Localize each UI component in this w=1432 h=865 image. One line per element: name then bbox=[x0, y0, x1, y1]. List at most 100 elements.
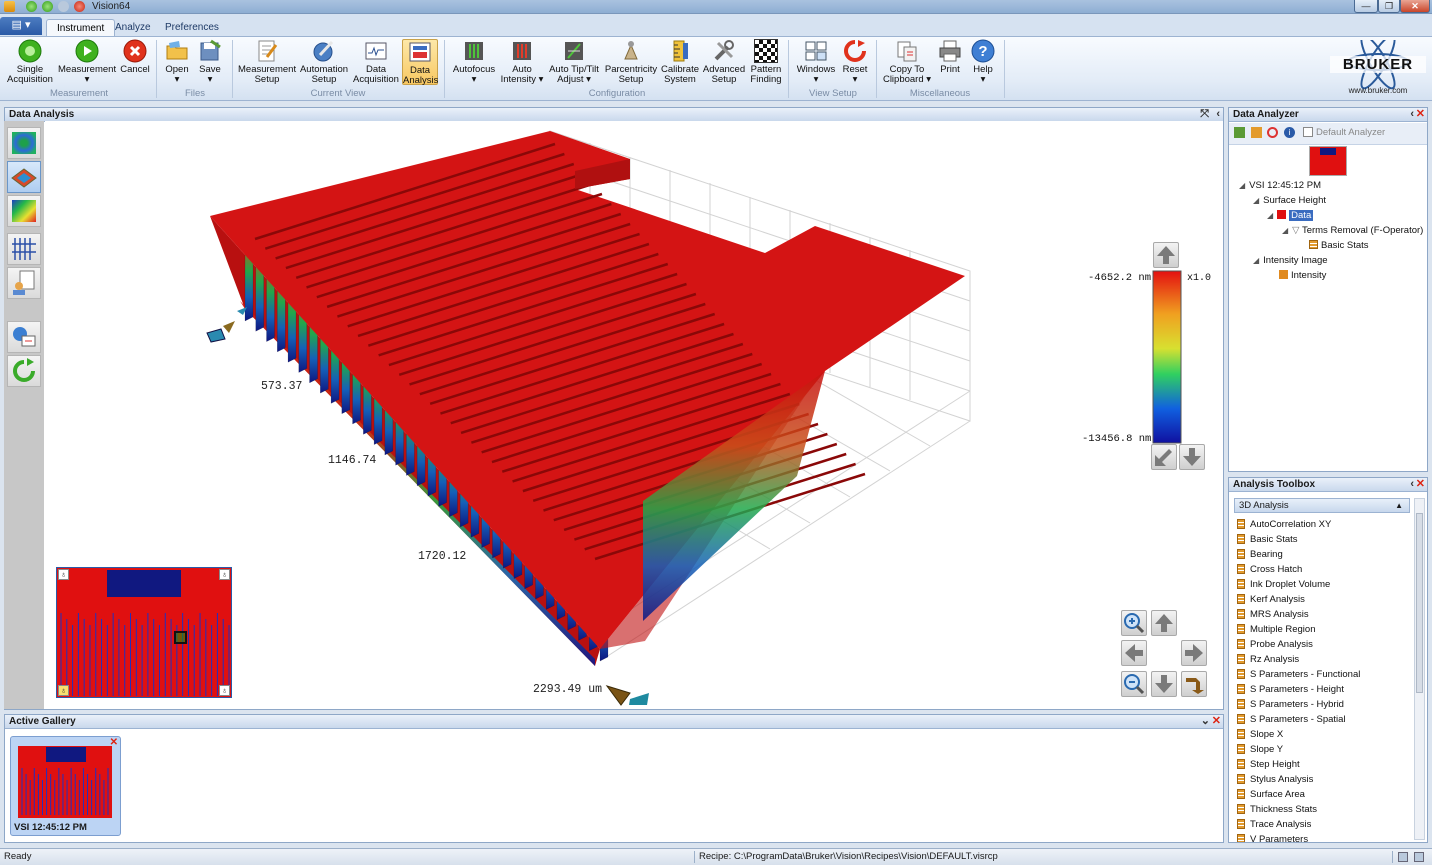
orientation-gizmo-left[interactable] bbox=[206, 307, 247, 343]
toolbox-item[interactable]: Basic Stats bbox=[1237, 532, 1298, 547]
export-button[interactable] bbox=[7, 321, 41, 353]
maximize-button[interactable]: ❐ bbox=[1378, 0, 1400, 13]
toolbox-item[interactable]: Thickness Stats bbox=[1237, 802, 1317, 817]
quick-cancel-icon[interactable] bbox=[74, 1, 85, 12]
collapse-panel-icon[interactable]: ‹ bbox=[1216, 108, 1220, 121]
toolbox-item[interactable]: Rz Analysis bbox=[1237, 652, 1299, 667]
refresh-button[interactable] bbox=[7, 355, 41, 387]
bulb-icon[interactable]: ♁ bbox=[219, 569, 230, 580]
toolbox-item[interactable]: Bearing bbox=[1237, 547, 1283, 562]
scale-reset-button[interactable] bbox=[1151, 444, 1177, 470]
scale-down-button[interactable] bbox=[1179, 444, 1205, 470]
view-report-button[interactable] bbox=[7, 267, 41, 299]
data-analysis-button[interactable]: Data Analysis bbox=[402, 39, 438, 86]
app-icon[interactable] bbox=[4, 1, 15, 12]
add-filter-icon[interactable] bbox=[1251, 127, 1262, 138]
measurement-button[interactable]: Measurement ▾ bbox=[58, 39, 116, 85]
bulb-icon[interactable]: ♁ bbox=[58, 569, 69, 580]
toolbox-item[interactable]: Ink Droplet Volume bbox=[1237, 577, 1330, 592]
cancel-button[interactable]: Cancel bbox=[118, 39, 152, 75]
toolbox-scrollbar[interactable] bbox=[1414, 498, 1425, 840]
section-3d-analysis[interactable]: 3D Analysis ▲ bbox=[1234, 498, 1410, 513]
parcentricity-setup-button[interactable]: Parcentricity Setup bbox=[604, 39, 658, 85]
toolbox-item[interactable]: Stylus Analysis bbox=[1237, 772, 1313, 787]
tree-item-intensity[interactable]: Intensity bbox=[1279, 270, 1326, 281]
pan-up-button[interactable] bbox=[1151, 610, 1177, 636]
collapse-panel-icon[interactable]: ⌄ bbox=[1201, 715, 1210, 728]
status-signal-icon[interactable] bbox=[1414, 852, 1424, 862]
remove-thumbnail-icon[interactable]: ✕ bbox=[110, 737, 118, 748]
view-2d-button[interactable] bbox=[7, 127, 41, 159]
print-button[interactable]: Print bbox=[936, 39, 964, 75]
measurement-setup-button[interactable]: Measurement Setup bbox=[238, 39, 296, 85]
windows-button[interactable]: Windows ▾ bbox=[796, 39, 836, 85]
automation-setup-button[interactable]: Automation Setup bbox=[298, 39, 350, 85]
tree-item-data[interactable]: ◢ Data bbox=[1267, 210, 1314, 221]
tree-item-terms-removal[interactable]: ◢ ▽ Terms Removal (F-Operator) bbox=[1282, 225, 1423, 236]
gallery-thumbnail[interactable]: ✕ VSI 12:45:12 PM bbox=[10, 736, 121, 836]
info-icon[interactable]: i bbox=[1284, 127, 1295, 138]
overview-selection-box[interactable] bbox=[174, 631, 187, 644]
toolbox-item[interactable]: Kerf Analysis bbox=[1237, 592, 1305, 607]
close-panel-icon[interactable]: ✕ bbox=[1416, 478, 1425, 491]
status-recipe-icon[interactable] bbox=[1398, 852, 1408, 862]
bulb-icon[interactable]: ♁ bbox=[219, 685, 230, 696]
maximize-panel-icon[interactable]: ⤧ bbox=[1200, 108, 1209, 121]
close-window-button[interactable]: ✕ bbox=[1400, 0, 1430, 13]
toolbox-item[interactable]: Slope Y bbox=[1237, 742, 1283, 757]
zoom-in-button[interactable] bbox=[1121, 610, 1147, 636]
copy-to-clipboard-button[interactable]: Copy To Clipboard ▾ bbox=[882, 39, 932, 85]
view-profile-button[interactable] bbox=[7, 233, 41, 265]
help-button[interactable]: ? Help ▾ bbox=[968, 39, 998, 85]
pan-left-button[interactable] bbox=[1121, 640, 1147, 666]
toolbox-item[interactable]: Trace Analysis bbox=[1237, 817, 1311, 832]
tree-item-intensity-image[interactable]: ◢ Intensity Image bbox=[1253, 255, 1328, 266]
tab-preferences[interactable]: Preferences bbox=[155, 19, 229, 36]
pan-down-button[interactable] bbox=[1151, 671, 1177, 697]
toolbox-item[interactable]: Multiple Region bbox=[1237, 622, 1315, 637]
bulb-lit-icon[interactable]: ♁ bbox=[58, 685, 69, 696]
toolbox-item[interactable]: Slope X bbox=[1237, 727, 1283, 742]
orientation-gizmo-bottom[interactable] bbox=[605, 685, 649, 706]
close-panel-icon[interactable]: ✕ bbox=[1416, 108, 1425, 121]
toolbox-item[interactable]: Step Height bbox=[1237, 757, 1300, 772]
overview-thumbnail[interactable]: ♁ ♁ ♁ ♁ bbox=[56, 567, 232, 698]
auto-tip-tilt-button[interactable]: Auto Tip/Tilt Adjust ▾ bbox=[546, 39, 602, 85]
tree-item-vsi[interactable]: ◢ VSI 12:45:12 PM bbox=[1239, 180, 1321, 191]
add-analysis-icon[interactable] bbox=[1234, 127, 1245, 138]
3d-surface-viewport[interactable]: 573.37 1146.74 1720.12 2293.49 um -4652.… bbox=[45, 121, 1223, 709]
application-menu-button[interactable]: ▤ ▾ bbox=[0, 17, 42, 35]
toolbox-item[interactable]: Probe Analysis bbox=[1237, 637, 1313, 652]
toolbox-item[interactable]: S Parameters - Height bbox=[1237, 682, 1344, 697]
quick-measurement-icon[interactable] bbox=[42, 1, 53, 12]
toolbox-item[interactable]: S Parameters - Spatial bbox=[1237, 712, 1346, 727]
quick-pause-icon[interactable] bbox=[58, 1, 69, 12]
calibrate-system-button[interactable]: Calibrate System bbox=[660, 39, 700, 85]
toolbox-item[interactable]: Surface Area bbox=[1237, 787, 1305, 802]
toolbox-item[interactable]: S Parameters - Hybrid bbox=[1237, 697, 1344, 712]
toolbox-item[interactable]: AutoCorrelation XY bbox=[1237, 517, 1331, 532]
rotate-button[interactable] bbox=[1181, 671, 1207, 697]
tree-item-basic-stats[interactable]: Basic Stats bbox=[1309, 240, 1369, 251]
data-acquisition-button[interactable]: Data Acquisition bbox=[352, 39, 400, 85]
minimize-button[interactable]: — bbox=[1354, 0, 1378, 13]
close-panel-icon[interactable]: ✕ bbox=[1212, 715, 1221, 728]
zoom-out-button[interactable] bbox=[1121, 671, 1147, 697]
collapse-section-icon[interactable]: ▲ bbox=[1395, 499, 1403, 512]
reset-button[interactable]: Reset ▾ bbox=[840, 39, 870, 85]
scale-up-button[interactable] bbox=[1153, 242, 1179, 268]
open-button[interactable]: Open ▾ bbox=[162, 39, 192, 85]
quick-single-acquisition-icon[interactable] bbox=[26, 1, 37, 12]
toolbox-item[interactable]: Cross Hatch bbox=[1237, 562, 1302, 577]
view-3d-button[interactable] bbox=[7, 161, 41, 193]
collapse-panel-icon[interactable]: ‹ bbox=[1410, 478, 1414, 491]
tab-analyze[interactable]: Analyze bbox=[105, 19, 161, 36]
pattern-finding-button[interactable]: Pattern Finding bbox=[748, 39, 784, 85]
pan-right-button[interactable] bbox=[1181, 640, 1207, 666]
refresh-analysis-icon[interactable] bbox=[1267, 127, 1278, 138]
default-analyzer-checkbox[interactable] bbox=[1303, 127, 1313, 137]
toolbox-scroll-thumb[interactable] bbox=[1416, 513, 1423, 693]
single-acquisition-button[interactable]: Single Acquisition bbox=[6, 39, 54, 85]
view-contour-button[interactable] bbox=[7, 195, 41, 227]
toolbox-item[interactable]: V Parameters bbox=[1237, 832, 1308, 842]
